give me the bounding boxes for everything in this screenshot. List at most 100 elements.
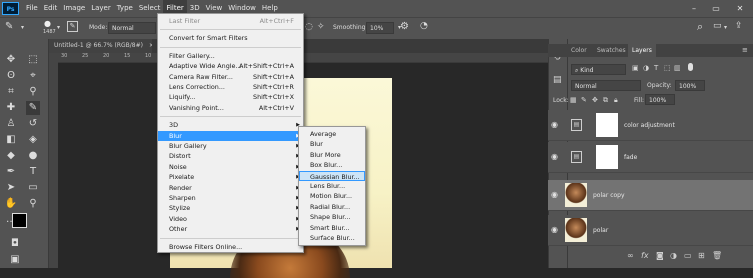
smoothing-input[interactable]: 10% — [366, 22, 394, 34]
clone-stamp-icon[interactable]: ♙ — [4, 117, 18, 131]
lock-pixels-icon[interactable]: ✎ — [581, 96, 587, 104]
layer-row-selected[interactable]: ◉ polar copy — [548, 180, 753, 211]
history-brush-icon[interactable]: ↺ — [26, 117, 40, 131]
search-icon[interactable]: ⌕ — [697, 20, 703, 34]
eyedropper-icon[interactable]: ⚲ — [26, 85, 40, 99]
close-window-button[interactable]: ✕ — [729, 0, 751, 17]
tab-layers[interactable]: Layers — [628, 44, 656, 57]
filter-smart-object-icon[interactable]: ▥ — [674, 64, 681, 72]
properties-panel-icon[interactable]: ▤ — [553, 75, 562, 85]
paint-bucket-icon[interactable]: ◈ — [26, 133, 40, 147]
crop-tool-icon[interactable]: ⌗ — [4, 85, 18, 99]
move-tool-icon[interactable]: ✥ — [4, 53, 18, 67]
brush-panel-icon[interactable]: ✎ — [67, 21, 78, 32]
filter-menu-item-noise[interactable]: Noise▶ — [158, 162, 303, 172]
lock-transparent-icon[interactable]: ▦ — [570, 96, 577, 104]
mask-icon[interactable]: ◙ — [656, 251, 664, 260]
menu-layer[interactable]: Layer — [88, 0, 114, 17]
share-icon[interactable]: ⇪ — [735, 21, 743, 31]
quick-mask-icon[interactable]: ◘ — [8, 237, 22, 251]
pen-tool-icon[interactable]: ✒ — [4, 165, 18, 179]
trash-icon[interactable]: 🗑︎ — [712, 251, 722, 260]
fill-input[interactable]: 100% — [645, 94, 675, 105]
filter-menu-item-distort[interactable]: Distort▶ — [158, 151, 303, 161]
layer-row[interactable]: ◉ ▤ color adjustment — [548, 110, 753, 141]
dodge-tool-icon[interactable]: ● — [26, 149, 40, 163]
brush-preset-icon[interactable]: ● — [44, 19, 51, 28]
opacity-input[interactable]: 100% — [675, 80, 705, 91]
quick-select-icon[interactable]: ⌖ — [26, 69, 40, 83]
new-layer-icon[interactable]: ⊞ — [698, 251, 705, 260]
tab-color[interactable]: Color — [567, 44, 591, 57]
blur-menu-item-radial-blur[interactable]: Radial Blur... — [299, 202, 365, 212]
blur-menu-item-box-blur[interactable]: Box Blur... — [299, 160, 365, 170]
filter-menu-item-blur[interactable]: Blur▶ — [158, 130, 303, 141]
lasso-tool-icon[interactable]: ʘ — [4, 69, 18, 83]
filter-toggle-icon[interactable] — [688, 63, 693, 71]
filter-menu-item-filter-gallery[interactable]: Filter Gallery... — [158, 51, 303, 61]
eraser-icon[interactable]: ◧ — [4, 133, 18, 147]
brush-preset-dropdown-icon[interactable]: ▾ — [57, 24, 60, 31]
screen-mode-icon[interactable]: ▣ — [8, 253, 22, 267]
menu-image[interactable]: Image — [60, 0, 88, 17]
fx-icon[interactable]: fx — [641, 251, 649, 260]
blur-menu-item-motion-blur[interactable]: Motion Blur... — [299, 191, 365, 201]
eye-icon[interactable]: ◉ — [551, 152, 558, 161]
filter-menu-item-sharpen[interactable]: Sharpen▶ — [158, 193, 303, 203]
blur-menu-item-smart-blur[interactable]: Smart Blur... — [299, 223, 365, 233]
filter-menu-item-blur-gallery[interactable]: Blur Gallery▶ — [158, 141, 303, 151]
blur-menu-item-gaussian-blur[interactable]: Gaussian Blur... — [299, 170, 365, 181]
pressure-size-icon[interactable]: ◔ — [420, 21, 428, 31]
blur-menu-item-surface-blur[interactable]: Surface Blur... — [299, 233, 365, 243]
workspace-dropdown-icon[interactable]: ▾ — [724, 24, 727, 31]
link-icon[interactable]: ∞ — [627, 251, 634, 260]
brush-tool-icon[interactable]: ✎ — [5, 21, 13, 32]
blur-tool-icon[interactable]: ◆ — [4, 149, 18, 163]
brush-dropdown-icon[interactable]: ▾ — [21, 24, 24, 31]
gear-icon[interactable]: ⚙ — [400, 21, 409, 32]
filter-menu-item-stylize[interactable]: Stylize▶ — [158, 203, 303, 213]
lock-artboard-icon[interactable]: ⧉ — [603, 96, 608, 105]
minimize-button[interactable]: – — [683, 0, 705, 17]
filter-menu-item-lens-correction[interactable]: Lens Correction... Shift+Ctrl+R — [158, 82, 303, 92]
filter-menu-item-other[interactable]: Other▶ — [158, 224, 303, 234]
layer-row[interactable]: ◉ polar — [548, 215, 753, 246]
blur-menu-item-lens-blur[interactable]: Lens Blur... — [299, 181, 365, 191]
layer-filter-select[interactable]: ⌕ Kind — [571, 64, 626, 75]
mode-select[interactable]: Normal — [108, 22, 156, 34]
eye-icon[interactable]: ◉ — [551, 120, 558, 129]
blend-mode-select[interactable]: Normal — [571, 80, 641, 91]
maximize-button[interactable]: ▭ — [705, 0, 727, 17]
filter-menu-item-liquify[interactable]: Liquify... Shift+Ctrl+X — [158, 92, 303, 102]
filter-menu-item-camera-raw-filter[interactable]: Camera Raw Filter... Shift+Ctrl+A — [158, 72, 303, 82]
filter-pixel-icon[interactable]: ▣ — [632, 64, 639, 72]
lock-position-icon[interactable]: ✥ — [592, 96, 598, 104]
filter-menu-item-vanishing-point[interactable]: Vanishing Point... Alt+Ctrl+V — [158, 103, 303, 113]
eye-icon[interactable]: ◉ — [551, 225, 558, 234]
filter-menu-item-browse-filters-online[interactable]: Browse Filters Online... — [158, 242, 303, 252]
filter-shape-icon[interactable]: ⬚ — [664, 64, 671, 72]
rectangle-tool-icon[interactable]: ▭ — [26, 181, 40, 195]
filter-type-icon[interactable]: T — [654, 64, 658, 72]
filter-menu-item-adaptive-wide-angle[interactable]: Adaptive Wide Angle... Alt+Shift+Ctrl+A — [158, 61, 303, 71]
workspace-icon[interactable]: ▭ — [713, 21, 722, 31]
document-tab[interactable]: Untitled-1 @ 66.7% (RGB/8#) × — [49, 39, 159, 53]
pressure-opacity-icon[interactable]: ◌ — [305, 22, 313, 32]
blur-menu-item-shape-blur[interactable]: Shape Blur... — [299, 212, 365, 222]
zoom-tool-icon[interactable]: ⚲ — [26, 197, 40, 211]
marquee-tool-icon[interactable]: ⬚ — [26, 53, 40, 67]
filter-menu-item-pixelate[interactable]: Pixelate▶ — [158, 172, 303, 182]
layer-row[interactable]: ◉ ▤ fade — [548, 142, 753, 173]
eye-icon[interactable]: ◉ — [551, 190, 558, 199]
filter-menu-item-convert-for-smart-filters[interactable]: Convert for Smart Filters — [158, 33, 303, 43]
adjustment-icon[interactable]: ◑ — [670, 251, 677, 260]
group-icon[interactable]: ▭ — [684, 251, 692, 260]
tab-swatches[interactable]: Swatches — [593, 44, 630, 57]
menu-edit[interactable]: Edit — [41, 0, 61, 17]
airbrush-icon[interactable]: ✧ — [317, 22, 325, 32]
filter-menu-item-3d[interactable]: 3D▶ — [158, 120, 303, 130]
foreground-color-swatch[interactable] — [12, 213, 27, 228]
lock-all-icon[interactable]: 🔒︎ — [614, 96, 618, 105]
hand-tool-icon[interactable]: ✋ — [4, 197, 18, 211]
blur-menu-item-blur[interactable]: Blur — [299, 139, 365, 149]
